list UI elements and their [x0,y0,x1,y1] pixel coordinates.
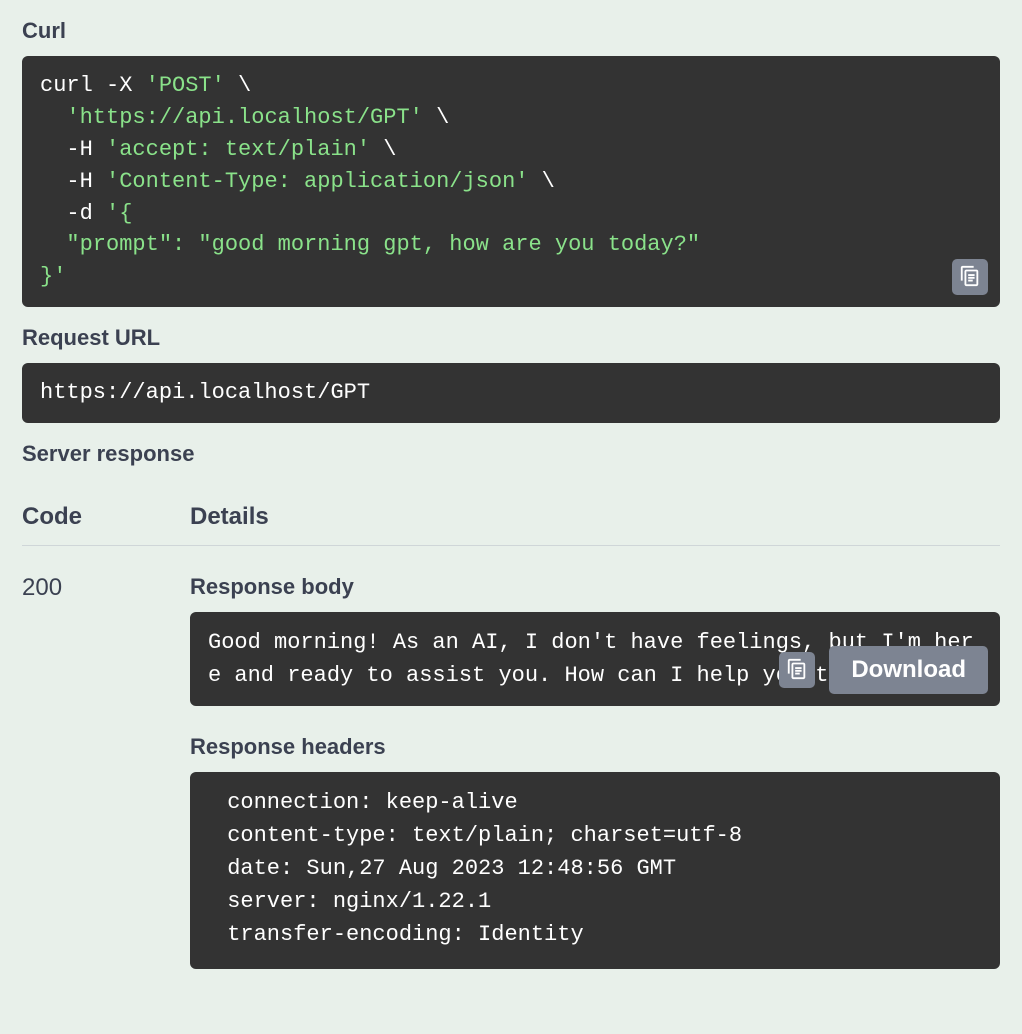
copy-curl-button[interactable] [952,259,988,295]
response-body-block: Good morning! As an AI, I don't have fee… [190,612,1000,706]
clipboard-icon [959,265,981,290]
column-header-code: Code [22,503,190,531]
curl-cont-1: \ [225,73,251,98]
curl-header-1: 'accept: text/plain' [106,137,370,162]
response-body-seg1: Good morning! As an AI, I don [208,630,591,655]
curl-url: 'https://api.localhost/GPT' [66,105,422,130]
section-label-curl: Curl [22,18,1000,44]
curl-cont-2: \ [423,105,449,130]
section-label-response-body: Response body [190,574,1000,600]
response-table-header: Code Details [22,479,1000,546]
curl-cont-3: \ [370,137,396,162]
curl-header-2: 'Content-Type: application/json' [106,169,528,194]
curl-cmd: curl -X [40,73,146,98]
request-url-value: https://api.localhost/GPT [40,380,370,405]
response-row: 200 Response body Good morning! As an AI… [22,546,1000,969]
section-label-server-response: Server response [22,441,1000,467]
curl-body-open: '{ [106,201,132,226]
curl-code-block: curl -X 'POST' \ 'https://api.localhost/… [22,56,1000,307]
curl-cont-4: \ [528,169,554,194]
response-body-seg4: elp [710,663,750,688]
response-headers-block: connection: keep-alive content-type: tex… [190,772,1000,969]
request-url-block: https://api.localhost/GPT [22,363,1000,423]
clipboard-icon [786,658,808,683]
section-label-response-headers: Response headers [190,734,1000,760]
curl-method: 'POST' [146,73,225,98]
curl-body-line: "prompt": "good morning gpt, how are you… [40,232,700,257]
section-label-request-url: Request URL [22,325,1000,351]
copy-response-body-button[interactable] [779,652,815,688]
status-code: 200 [22,574,190,969]
curl-body-close: }' [40,264,66,289]
download-button[interactable]: Download [829,646,988,694]
column-header-details: Details [190,503,269,531]
